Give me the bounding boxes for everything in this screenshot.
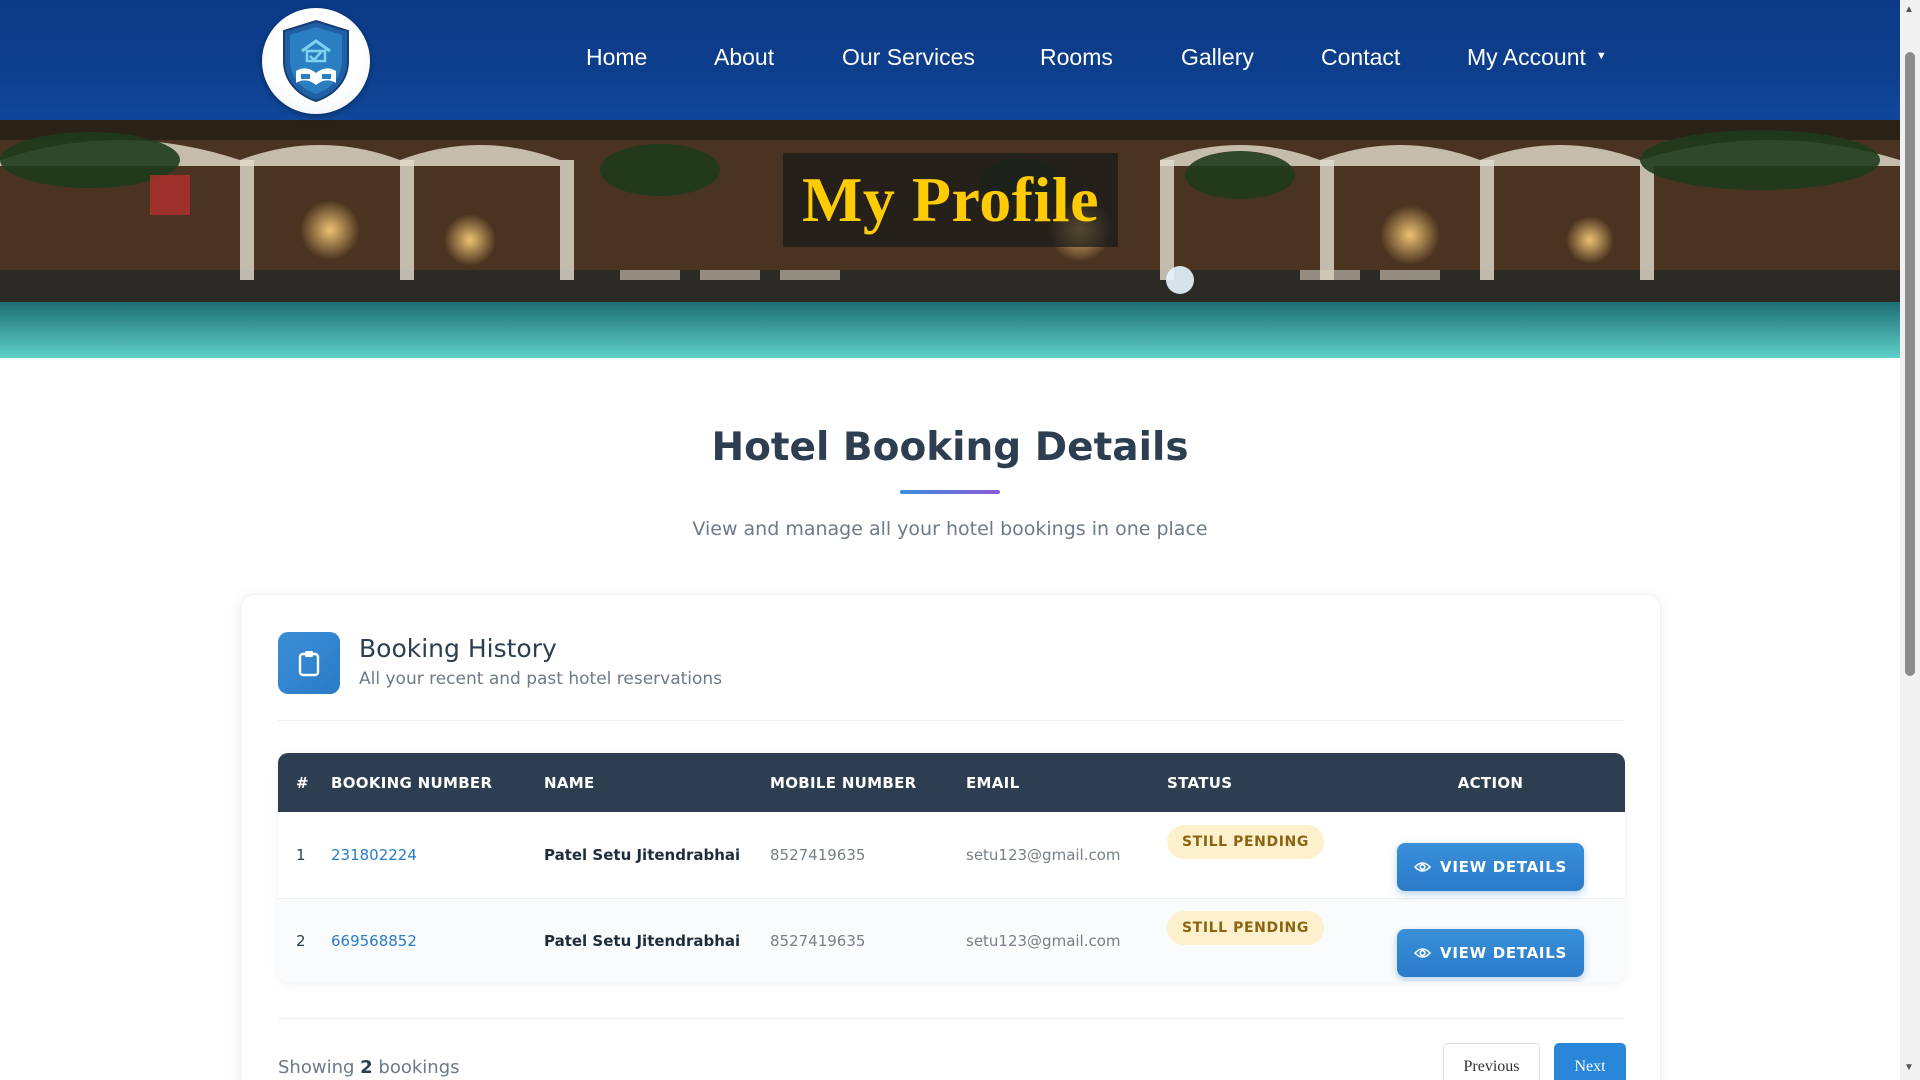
hero-banner: My Profile <box>0 120 1900 358</box>
status-cell: STILL PENDING <box>1167 812 1356 898</box>
table-row: 2 669568852 Patel Setu Jitendrabhai 8527… <box>278 898 1625 982</box>
nav-home[interactable]: Home <box>586 44 647 71</box>
row-index: 2 <box>296 932 306 950</box>
scroll-up-arrow-icon[interactable]: ▲ <box>1904 4 1914 15</box>
nav-rooms[interactable]: Rooms <box>1040 44 1113 71</box>
next-page-button[interactable]: Next <box>1554 1043 1626 1080</box>
status-badge: STILL PENDING <box>1167 911 1324 945</box>
view-details-button[interactable]: VIEW DETAILS <box>1397 929 1584 977</box>
nav-gallery[interactable]: Gallery <box>1181 44 1254 71</box>
divider <box>278 720 1625 721</box>
nav-contact[interactable]: Contact <box>1321 44 1400 71</box>
booking-number-link[interactable]: 231802224 <box>331 812 544 898</box>
caret-down-icon: ▼ <box>1595 49 1607 62</box>
header-status: STATUS <box>1167 773 1233 792</box>
hero-title-box: My Profile <box>783 153 1118 247</box>
header-name: NAME <box>544 773 595 792</box>
table-header-row: # BOOKING NUMBER NAME MOBILE NUMBER EMAI… <box>278 753 1625 812</box>
eye-icon <box>1414 861 1432 872</box>
site-header: Home About Our Services Rooms Gallery Co… <box>0 0 1900 120</box>
email: setu123@gmail.com <box>966 845 1121 864</box>
view-details-button[interactable]: VIEW DETAILS <box>1397 842 1584 891</box>
showing-suffix: bookings <box>378 1057 460 1078</box>
guest-name: Patel Setu Jitendrabhai <box>544 845 741 864</box>
bookings-count: 2 <box>360 1057 373 1078</box>
previous-page-button[interactable]: Previous <box>1443 1043 1540 1080</box>
clipboard-icon <box>278 632 340 694</box>
email: setu123@gmail.com <box>966 932 1121 950</box>
header-mobile-number: MOBILE NUMBER <box>770 773 917 792</box>
scrollbar-thumb[interactable] <box>1905 52 1915 676</box>
section-subtitle: View and manage all your hotel bookings … <box>692 518 1208 540</box>
status-cell: STILL PENDING <box>1167 898 1356 982</box>
view-details-label: VIEW DETAILS <box>1440 944 1567 962</box>
page-scrollbar[interactable]: ▲ ▼ <box>1900 0 1920 1080</box>
nav-my-account-label: My Account <box>1467 44 1586 70</box>
mobile-number: 8527419635 <box>770 932 866 950</box>
guest-name: Patel Setu Jitendrabhai <box>544 932 741 950</box>
header-email: EMAIL <box>966 773 1020 792</box>
section-title: Hotel Booking Details <box>711 425 1189 470</box>
divider <box>278 1018 1625 1019</box>
header-index: # <box>296 773 309 792</box>
bookings-count-text: Showing 2 bookings <box>278 1057 460 1078</box>
view-details-label: VIEW DETAILS <box>1440 857 1567 876</box>
nav-our-services[interactable]: Our Services <box>842 44 975 71</box>
bookings-table-wrapper: # BOOKING NUMBER NAME MOBILE NUMBER EMAI… <box>278 753 1625 982</box>
booking-history-card: Booking History All your recent and past… <box>240 594 1661 1080</box>
card-subtitle: All your recent and past hotel reservati… <box>359 669 723 689</box>
title-underline <box>900 490 1000 494</box>
action-cell: VIEW DETAILS <box>1356 812 1625 898</box>
row-index: 1 <box>296 845 306 864</box>
table-row: 1 231802224 Patel Setu Jitendrabhai 8527… <box>278 812 1625 898</box>
action-cell: VIEW DETAILS <box>1356 898 1625 982</box>
header-booking-number: BOOKING NUMBER <box>331 773 493 792</box>
nav-about[interactable]: About <box>714 44 774 71</box>
bookings-table: # BOOKING NUMBER NAME MOBILE NUMBER EMAI… <box>278 753 1625 982</box>
card-title: Booking History <box>359 634 557 663</box>
page-title: My Profile <box>801 164 1100 235</box>
scroll-down-arrow-icon[interactable]: ▼ <box>1904 1062 1914 1073</box>
header-action: ACTION <box>1457 773 1524 792</box>
eye-icon <box>1414 948 1432 958</box>
nav-my-account[interactable]: My Account ▼ <box>1467 44 1607 71</box>
mobile-number: 8527419635 <box>770 845 866 864</box>
status-badge: STILL PENDING <box>1167 824 1324 859</box>
main-nav: Home About Our Services Rooms Gallery Co… <box>0 0 1900 120</box>
showing-prefix: Showing <box>278 1057 355 1078</box>
booking-number-link[interactable]: 669568852 <box>331 898 544 982</box>
